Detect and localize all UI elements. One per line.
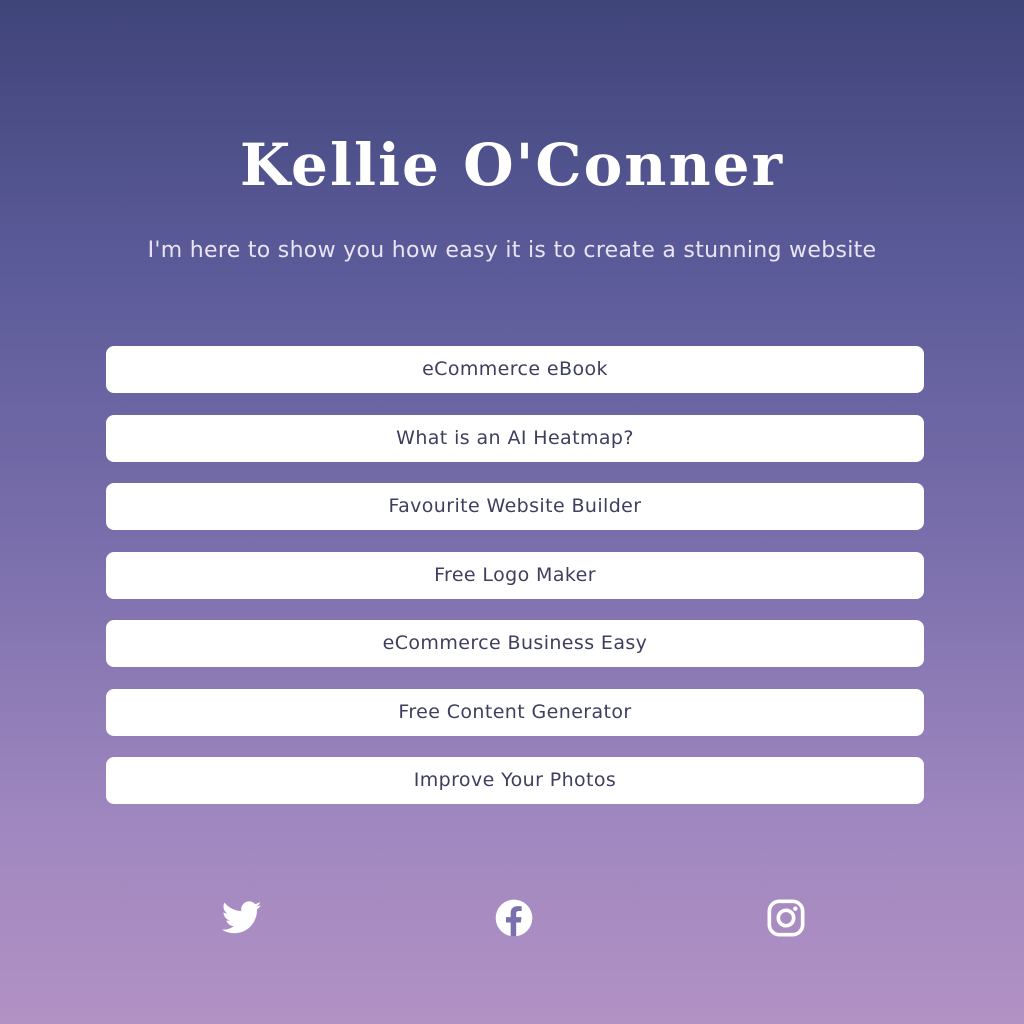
profile-tagline: I'm here to show you how easy it is to c… [147,238,877,263]
twitter-icon[interactable] [220,900,264,936]
facebook-icon[interactable] [492,899,536,937]
social-links [0,899,1024,940]
instagram-icon[interactable] [764,899,808,937]
link-button-content-generator[interactable]: Free Content Generator [106,688,924,736]
link-button-logo-maker[interactable]: Free Logo Maker [106,551,924,599]
link-list: eCommerce eBook What is an AI Heatmap? F… [106,346,924,826]
link-button-ecommerce-business[interactable]: eCommerce Business Easy [106,620,924,667]
link-button-ecommerce-ebook[interactable]: eCommerce eBook [106,346,924,393]
link-button-ai-heatmap[interactable]: What is an AI Heatmap? [106,414,924,462]
link-button-improve-photos[interactable]: Improve Your Photos [106,757,924,804]
link-button-website-builder[interactable]: Favourite Website Builder [106,483,924,530]
profile-name: Kellie O'Conner [239,131,785,199]
linktree-page: Kellie O'Conner I'm here to show you how… [0,0,1024,1024]
